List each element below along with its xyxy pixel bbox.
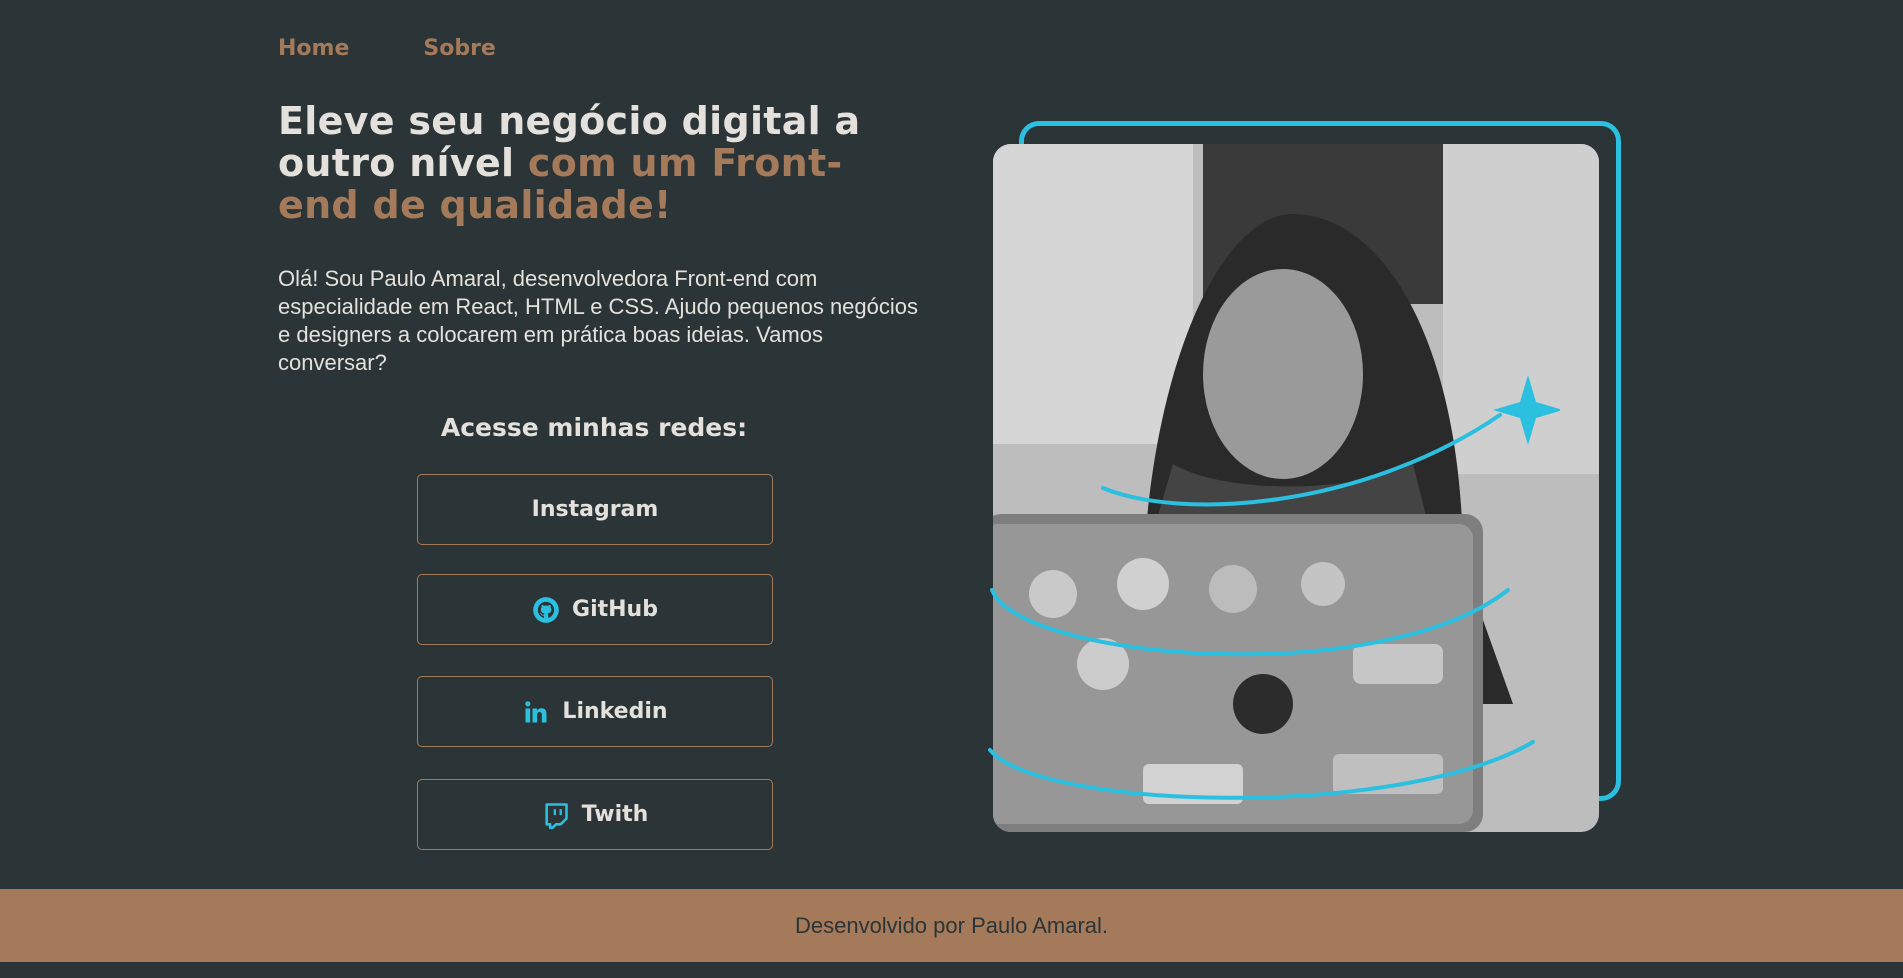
linkedin-icon [525, 700, 547, 722]
github-button[interactable]: GitHub [417, 574, 773, 645]
social-title: Acesse minhas redes: [440, 413, 748, 442]
main-nav: Home Sobre [278, 36, 496, 61]
orbit-decoration [988, 375, 1560, 800]
instagram-button-label: Instagram [531, 497, 659, 522]
github-icon [533, 596, 559, 623]
twitch-button[interactable]: Twith [417, 779, 773, 850]
footer-text: Desenvolvido por Paulo Amaral. [794, 912, 1109, 938]
linkedin-button[interactable]: Linkedin [417, 676, 773, 747]
twitch-button-label: Twith [581, 802, 649, 827]
nav-link-home[interactable]: Home [278, 36, 349, 61]
page-footer: Desenvolvido por Paulo Amaral. [0, 889, 1903, 962]
linkedin-button-label: Linkedin [562, 699, 668, 724]
nav-link-sobre[interactable]: Sobre [423, 36, 495, 61]
hero-headline: Eleve seu negócio digital a outro nível … [278, 100, 918, 226]
hero-intro: Olá! Sou Paulo Amaral, desenvolvedora Fr… [278, 266, 919, 375]
github-button-label: GitHub [572, 597, 658, 622]
sparkle-icon [1493, 375, 1560, 445]
instagram-button[interactable]: Instagram [417, 474, 773, 545]
twitch-icon [545, 802, 568, 829]
